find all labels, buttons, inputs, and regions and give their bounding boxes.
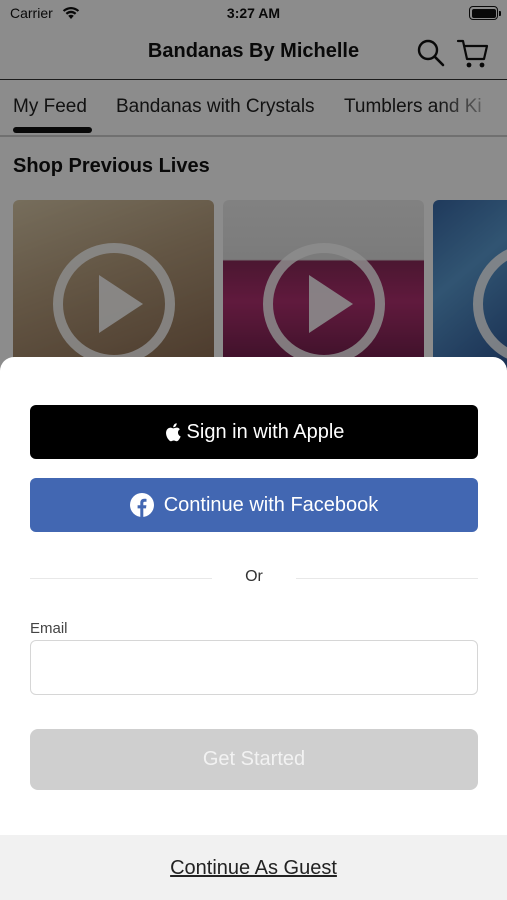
get-started-button[interactable]: Get Started bbox=[30, 729, 478, 790]
sign-in-with-apple-button[interactable]: Sign in with Apple bbox=[30, 405, 478, 459]
apple-icon bbox=[165, 423, 181, 442]
divider-line bbox=[296, 578, 478, 579]
email-field[interactable] bbox=[30, 640, 478, 695]
facebook-icon bbox=[129, 493, 154, 517]
sign-in-sheet: Sign in with Apple Continue with Faceboo… bbox=[0, 357, 507, 900]
facebook-button-label: Continue with Facebook bbox=[163, 493, 379, 516]
continue-as-guest-link[interactable]: Continue As Guest bbox=[0, 857, 507, 880]
get-started-label: Get Started bbox=[202, 748, 306, 770]
guest-bar: Continue As Guest bbox=[0, 835, 507, 900]
or-divider: Or bbox=[30, 567, 478, 589]
continue-with-facebook-button[interactable]: Continue with Facebook bbox=[30, 478, 478, 532]
or-label: Or bbox=[245, 568, 263, 585]
apple-button-label: Sign in with Apple bbox=[186, 420, 345, 443]
email-label: Email bbox=[30, 620, 68, 637]
